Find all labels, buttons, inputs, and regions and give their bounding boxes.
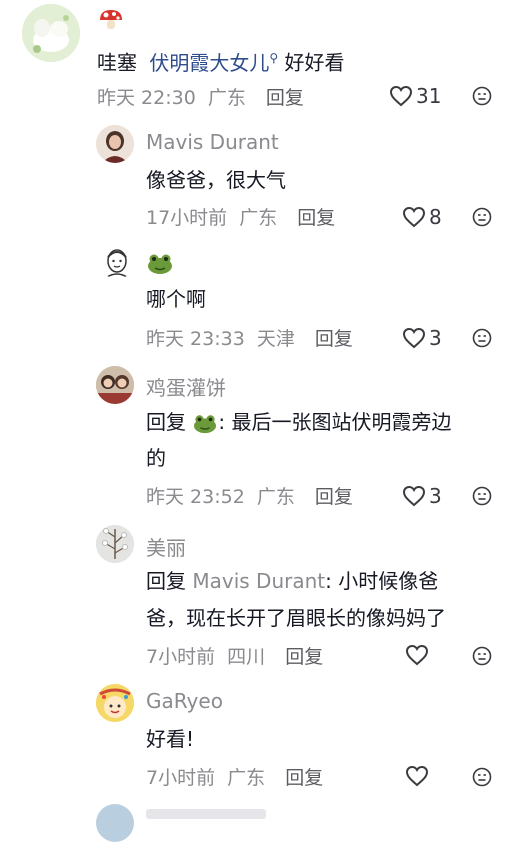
comment-location: 广东 [239,207,278,229]
avatar-image [22,4,80,62]
comment-time: 17小时前 [146,207,228,229]
comment-text: 好看! [146,727,195,751]
like-button[interactable]: 3 [402,326,442,350]
dislike-icon[interactable] [472,86,492,106]
comment-time: 昨天 23:52 [146,486,245,508]
author-name[interactable]: 鸡蛋灌饼 [146,372,226,401]
reply-prefix: 回复 [146,569,186,593]
avatar-image [96,366,134,404]
dislike-icon[interactable] [472,486,492,506]
avatar[interactable] [96,125,134,163]
heart-icon [402,206,426,228]
author-name[interactable]: 美丽 [146,532,186,561]
comment-location: 天津 [256,328,295,350]
dislike-icon[interactable] [472,767,492,787]
frog-emoji-icon[interactable] [192,413,218,435]
like-button[interactable]: 31 [389,84,441,108]
comment-suffix: 好好看 [284,50,345,75]
author-name[interactable]: GaRyeo [146,689,223,713]
like-count: 31 [416,84,442,108]
avatar-image [100,245,134,279]
avatar[interactable] [96,804,134,842]
avatar[interactable] [96,525,134,563]
comment-location: 广东 [227,767,266,789]
comment-meta: 17小时前 广东 回复 [146,203,335,230]
avatar-image [96,684,134,722]
avatar-image [96,525,134,563]
search-mini-icon: ⚲ [269,51,279,65]
dislike-icon[interactable] [472,646,492,666]
comment-text: 哇塞 伏明霞大女儿⚲ 好好看 [97,43,345,78]
like-count: 8 [429,205,442,229]
comment-meta: 7小时前 广东 回复 [146,763,323,790]
comment-text: 像爸爸，很大气 [146,168,286,192]
avatar[interactable] [100,245,134,279]
like-count: 3 [429,326,442,350]
comment-location: 广东 [256,486,295,508]
reply-button[interactable]: 回复 [285,646,323,668]
comment-meta: 7小时前 四川 回复 [146,642,323,669]
reply-button[interactable]: 回复 [297,207,335,229]
comment-meta: 昨天 23:52 广东 回复 [146,482,353,509]
like-button[interactable]: 3 [402,484,442,508]
heart-icon [405,644,429,666]
dislike-icon[interactable] [472,207,492,227]
comment-time: 7小时前 [146,646,216,668]
comment-text-line1: : 小时候像爸 [325,569,439,593]
comment-prefix: 哇塞 [97,50,137,75]
heart-icon [389,85,413,107]
reply-button[interactable]: 回复 [285,767,323,789]
reply-button[interactable]: 回复 [266,87,304,109]
comment-time: 昨天 23:33 [146,328,245,350]
reply-prefix: 回复 [146,410,186,434]
mention-link[interactable]: 伏明霞大女儿 [149,51,269,75]
reply-button[interactable]: 回复 [315,486,353,508]
avatar[interactable] [22,4,80,62]
comment-location: 广东 [207,87,246,109]
comment-meta: 昨天 22:30 广东 回复 [97,83,304,110]
heart-icon [405,765,429,787]
author-name[interactable]: Mavis Durant [146,130,279,154]
dislike-icon[interactable] [472,328,492,348]
comment-text: 回复 : 最后一张图站伏明霞旁边 [146,407,451,437]
avatar-image [96,125,134,163]
comment-text-line1: : 最后一张图站伏明霞旁边 [218,410,452,434]
like-button[interactable] [405,765,432,787]
reply-target-name[interactable]: Mavis Durant [192,569,325,593]
reply-button[interactable]: 回复 [315,328,353,350]
like-count: 3 [429,484,442,508]
comment-time: 7小时前 [146,767,216,789]
avatar[interactable] [96,684,134,722]
comment-location: 四川 [227,646,266,668]
mushroom-badge-icon [100,10,122,29]
heart-icon [402,485,426,507]
comment-text: 回复 Mavis Durant: 小时候像爸 [146,566,438,596]
comment-text: 哪个啊 [146,287,206,311]
like-button[interactable]: 8 [402,205,442,229]
comment-text-line2: 爸，现在长开了眉眼长的像妈妈了 [146,606,446,630]
comment-meta: 昨天 23:33 天津 回复 [146,324,353,351]
frog-emoji-name-icon[interactable] [146,252,174,276]
avatar[interactable] [96,366,134,404]
like-button[interactable] [405,644,432,666]
heart-icon [402,327,426,349]
comment-text-line2: 的 [146,446,166,470]
author-name-partial [146,809,266,819]
comment-time: 昨天 22:30 [97,87,196,109]
